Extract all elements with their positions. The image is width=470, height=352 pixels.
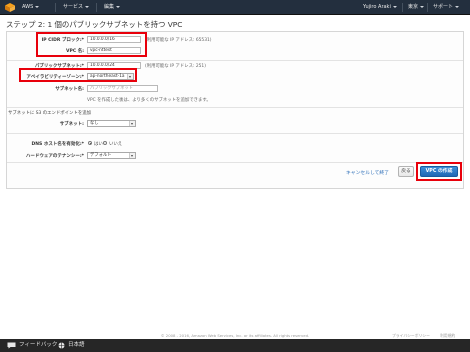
- tenancy-label: ハードウェアのテナンシー:*: [25, 154, 84, 159]
- highlight-box: [416, 162, 462, 181]
- chevron-down-icon: [116, 5, 121, 8]
- s3-endpoint-title: サブネットに S3 のエンドポイントを追加: [8, 111, 92, 116]
- chevron-down-icon: [129, 153, 135, 158]
- s3-subnet-label: サブネット:: [59, 122, 84, 127]
- chevron-down-icon: [455, 5, 460, 8]
- bottom-bar: フィードバック 日本語: [0, 339, 470, 352]
- s3-subnet-select[interactable]: なし: [87, 120, 136, 127]
- highlight-box: [19, 68, 137, 82]
- nav-divider: [402, 3, 403, 12]
- region-menu-label: 東京: [408, 4, 419, 10]
- nav-divider: [96, 3, 97, 12]
- cancel-exit-link[interactable]: キャンセルして終了: [346, 169, 389, 176]
- chevron-down-icon: [85, 5, 90, 8]
- edit-menu[interactable]: 編集: [104, 0, 121, 15]
- back-button[interactable]: 戻る: [398, 166, 414, 177]
- top-navigation-bar: AWS サービス 編集 Yujiro Araki 東京 サポート: [0, 0, 470, 15]
- subnet-note: VPC を作成した後は、より多くのサブネットを追加できます。: [87, 98, 211, 103]
- globe-icon: [58, 342, 65, 349]
- s3-subnet-select-value: なし: [90, 121, 99, 126]
- dns-no-label: いいえ: [109, 142, 123, 147]
- edit-menu-label: 編集: [104, 4, 115, 10]
- feedback-link[interactable]: フィードバック: [19, 339, 57, 352]
- chevron-down-icon: [392, 5, 397, 8]
- tenancy-select[interactable]: デフォルト: [87, 152, 136, 159]
- chevron-down-icon: [420, 5, 425, 8]
- language-selector[interactable]: 日本語: [68, 339, 85, 352]
- cidr-hint: (利用可能な IP アドレス: 65531): [145, 38, 212, 43]
- section-divider: [7, 133, 463, 134]
- section-divider: [7, 107, 463, 108]
- page-title: ステップ 2: 1 個のパブリックサブネットを持つ VPC: [6, 20, 183, 29]
- dns-no-radio[interactable]: [103, 141, 107, 145]
- tenancy-select-value: デフォルト: [90, 153, 112, 158]
- support-menu-label: サポート: [433, 4, 454, 10]
- region-menu[interactable]: 東京: [408, 0, 425, 15]
- subnet-name-input[interactable]: パブリックサブネット: [87, 85, 158, 92]
- speech-bubble-icon: [7, 342, 16, 349]
- subnet-name-label: サブネット名:: [55, 87, 84, 92]
- dns-yes-label: はい: [94, 142, 103, 147]
- section-divider: [7, 60, 463, 61]
- highlight-box: [36, 32, 147, 57]
- support-menu[interactable]: サポート: [433, 0, 460, 15]
- services-menu-label: サービス: [63, 4, 84, 10]
- nav-divider: [427, 3, 428, 12]
- aws-menu[interactable]: AWS: [22, 0, 40, 15]
- services-menu[interactable]: サービス: [63, 0, 90, 15]
- aws-menu-label: AWS: [22, 4, 34, 10]
- public-subnet-hint: (利用可能な IP アドレス: 251): [145, 64, 206, 69]
- aws-cube-icon[interactable]: [3, 3, 17, 12]
- user-menu-label: Yujiro Araki: [363, 4, 391, 10]
- section-divider: [7, 162, 463, 163]
- user-menu[interactable]: Yujiro Araki: [363, 0, 397, 15]
- nav-divider: [55, 3, 56, 12]
- chevron-down-icon: [129, 121, 135, 126]
- chevron-down-icon: [35, 5, 40, 8]
- dns-label: DNS ホスト名を有効化:*: [31, 142, 84, 147]
- dns-yes-radio[interactable]: [88, 141, 92, 145]
